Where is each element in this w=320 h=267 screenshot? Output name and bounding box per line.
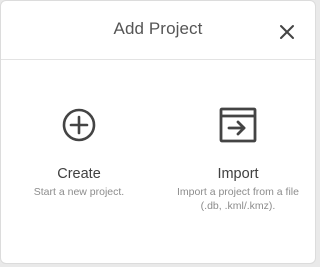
import-option[interactable]: Import Import a project from a file (.db… [163,105,313,213]
close-button[interactable] [275,20,299,44]
create-description: Start a new project. [33,186,125,198]
create-label: Create [57,166,101,182]
dialog-header: Add Project [1,1,315,60]
close-icon [280,25,294,39]
add-project-dialog: Add Project Create Start a new project. … [0,0,316,264]
import-description: Import a project from a file (.db, .kml/… [177,186,299,212]
import-label: Import [217,166,259,182]
import-icon [219,107,257,143]
plus-circle-icon [62,108,96,142]
create-option[interactable]: Create Start a new project. [4,105,154,199]
dialog-title: Add Project [113,19,203,38]
